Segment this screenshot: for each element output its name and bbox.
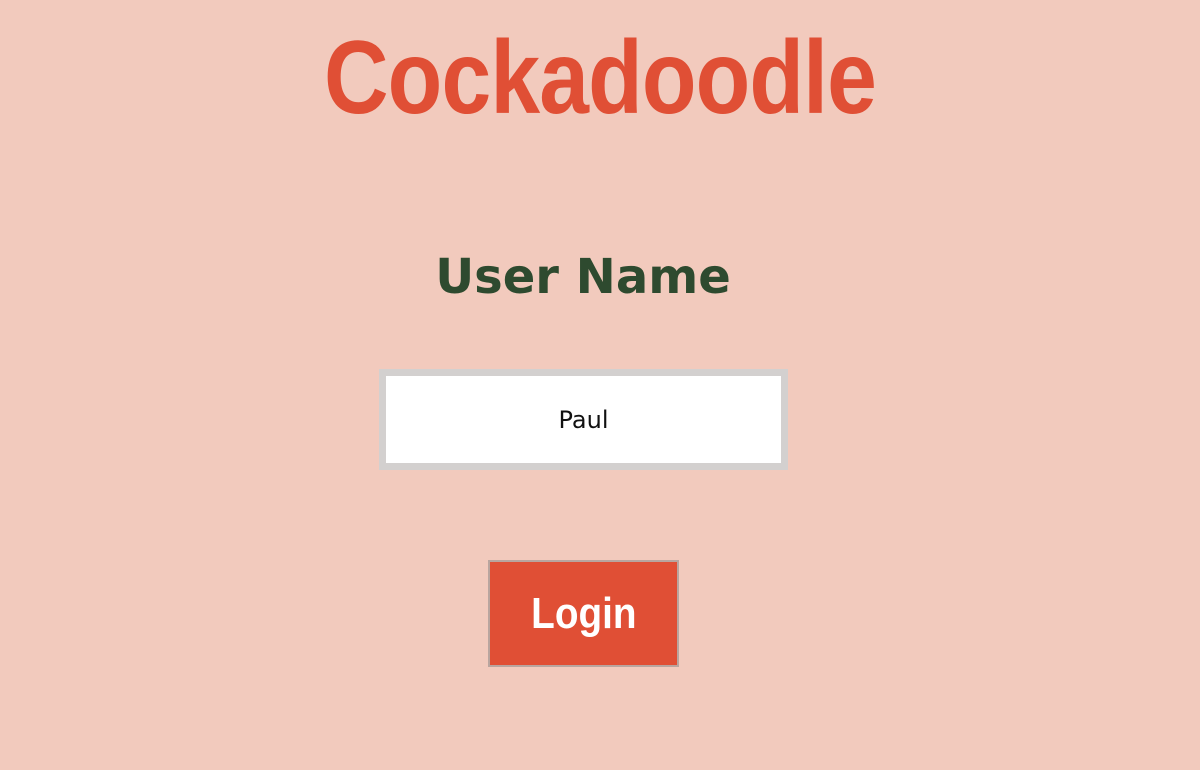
username-input[interactable] [379,369,788,470]
app-title: Cockadoodle [323,20,877,136]
login-button-label: Login [530,588,637,638]
login-button[interactable]: Login [488,560,679,667]
username-label: User Name [435,249,731,305]
